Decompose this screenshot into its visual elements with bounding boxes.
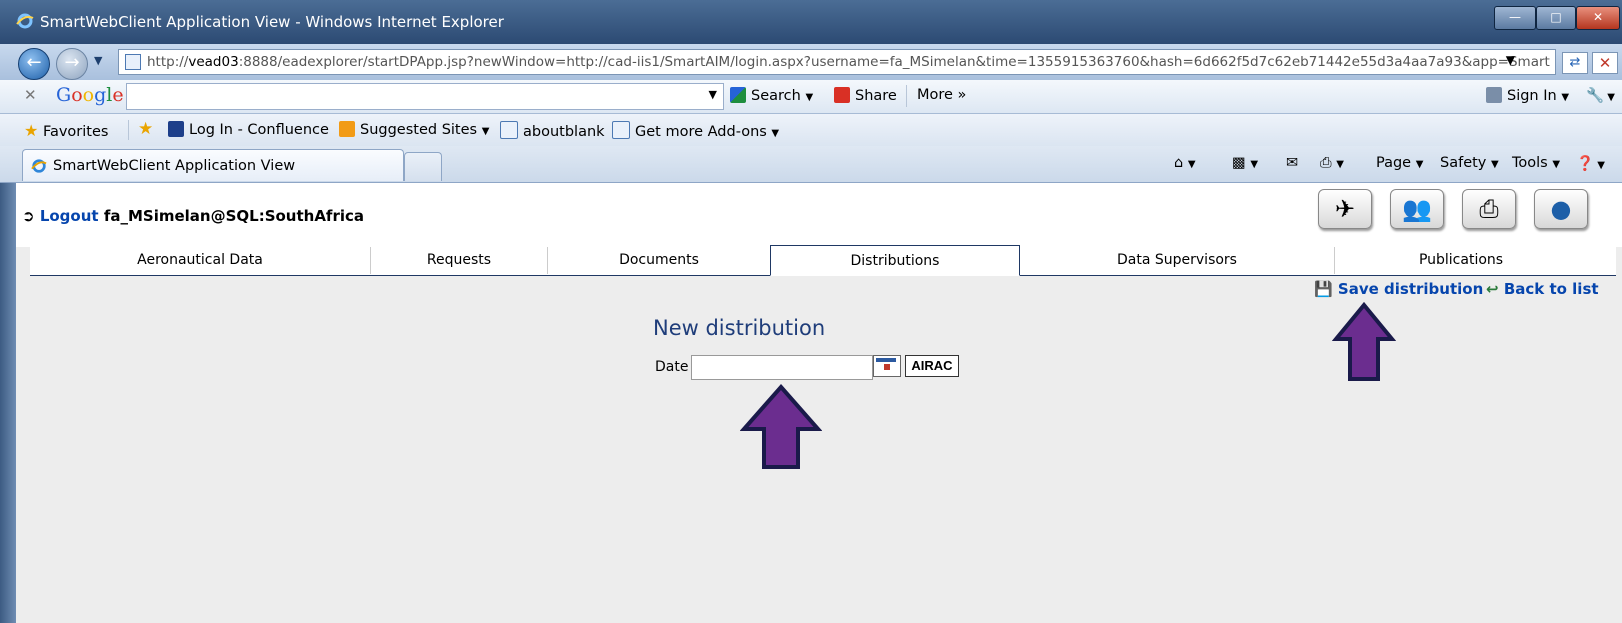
home-icon[interactable]: ⌂ ▼ bbox=[1174, 155, 1196, 171]
arrow-up-icon bbox=[1332, 301, 1396, 381]
calendar-icon[interactable] bbox=[873, 355, 901, 377]
printer-icon[interactable]: ⎙ bbox=[1462, 189, 1516, 229]
browser-tab-active[interactable]: SmartWebClient Application View bbox=[22, 149, 404, 181]
tab-aeronautical-data[interactable]: Aeronautical Data bbox=[30, 247, 371, 274]
airac-button[interactable]: AIRAC bbox=[905, 355, 959, 377]
history-dropdown-icon[interactable]: ▼ bbox=[94, 54, 102, 67]
print-icon[interactable]: ⎙ ▼ bbox=[1320, 155, 1344, 171]
stop-button[interactable]: ✕ bbox=[1592, 52, 1618, 74]
mail-icon[interactable]: ✉ bbox=[1286, 155, 1298, 171]
page-icon bbox=[500, 121, 518, 139]
divider bbox=[128, 120, 129, 140]
back-button[interactable]: ← bbox=[18, 48, 50, 80]
logout-icon[interactable]: ➲ bbox=[22, 207, 35, 225]
help-icon[interactable]: ❓ ▼ bbox=[1576, 155, 1605, 172]
date-label: Date bbox=[655, 359, 689, 375]
close-toolbar-icon[interactable]: ✕ bbox=[24, 86, 37, 104]
africa-map-icon[interactable]: ● bbox=[1534, 189, 1588, 229]
minimize-button[interactable]: — bbox=[1494, 6, 1536, 30]
tab-distributions[interactable]: Distributions bbox=[770, 245, 1020, 276]
users-icon[interactable]: 👥 bbox=[1390, 189, 1444, 229]
feeds-icon[interactable]: ▩ ▼ bbox=[1232, 155, 1258, 171]
tab-publications[interactable]: Publications bbox=[1335, 247, 1587, 274]
forward-button[interactable]: → bbox=[56, 48, 88, 80]
save-distribution-button[interactable]: 💾 Save distribution bbox=[1314, 280, 1483, 298]
floppy-icon: 💾 bbox=[1314, 280, 1333, 298]
tools-menu[interactable]: Tools ▼ bbox=[1512, 155, 1560, 171]
refresh-button[interactable]: ⇄ bbox=[1562, 52, 1588, 74]
browser-window: SmartWebClient Application View - Window… bbox=[0, 0, 1622, 623]
sign-in-button[interactable]: Sign In ▼ bbox=[1486, 87, 1569, 104]
favorite-item-confluence[interactable]: Log In - Confluence bbox=[168, 121, 329, 138]
new-tab-button[interactable] bbox=[404, 152, 442, 181]
wrench-icon[interactable]: 🔧 ▼ bbox=[1586, 87, 1615, 104]
favorite-item-aboutblank[interactable]: aboutblank bbox=[500, 121, 605, 140]
favorite-item-suggested-sites[interactable]: Suggested Sites ▼ bbox=[339, 121, 489, 138]
chevron-down-icon[interactable]: ▼ bbox=[709, 88, 717, 101]
logout-area: ➲ Logout fa_MSimelan@SQL:SouthAfrica bbox=[22, 207, 364, 225]
google-search-button[interactable]: Search ▼ bbox=[730, 87, 813, 104]
share-button[interactable]: Share bbox=[834, 87, 897, 104]
avatar-icon bbox=[1486, 87, 1502, 103]
favorites-bar: ★ Favorites ★ Log In - Confluence Sugges… bbox=[0, 114, 1622, 146]
tab-title: SmartWebClient Application View bbox=[53, 158, 296, 174]
window-frame-left bbox=[0, 183, 16, 623]
window-title: SmartWebClient Application View - Window… bbox=[40, 13, 504, 31]
divider bbox=[906, 85, 907, 107]
url-dropdown-icon[interactable]: ▼ bbox=[1506, 53, 1515, 67]
more-button[interactable]: More » bbox=[917, 87, 966, 103]
favorites-button[interactable]: ★ Favorites bbox=[24, 121, 108, 140]
user-label: fa_MSimelan@SQL:SouthAfrica bbox=[103, 207, 365, 225]
tab-requests[interactable]: Requests bbox=[371, 247, 548, 274]
google-search-input[interactable]: ▼ bbox=[126, 83, 724, 110]
date-input[interactable] bbox=[691, 355, 873, 380]
back-icon: ↩ bbox=[1486, 280, 1499, 298]
confluence-icon bbox=[168, 121, 184, 137]
ie-icon bbox=[16, 13, 34, 29]
google-logo: Google bbox=[56, 84, 124, 106]
form-title: New distribution bbox=[653, 316, 826, 340]
ie-icon bbox=[31, 159, 47, 173]
tab-data-supervisors[interactable]: Data Supervisors bbox=[1020, 247, 1335, 274]
page-menu[interactable]: Page ▼ bbox=[1376, 155, 1423, 171]
browser-tab-row: SmartWebClient Application View ⌂ ▼ ▩ ▼ … bbox=[0, 146, 1622, 183]
tab-documents[interactable]: Documents bbox=[548, 247, 771, 274]
airplane-icon[interactable]: ✈ bbox=[1318, 189, 1372, 229]
star-icon: ★ bbox=[24, 121, 39, 140]
page-icon bbox=[125, 54, 141, 70]
address-bar: ← → ▼ http://vead03:8888/eadexplorer/sta… bbox=[0, 44, 1622, 80]
favorite-item-add-ons[interactable]: Get more Add-ons ▼ bbox=[612, 121, 779, 140]
arrow-up-icon bbox=[740, 383, 822, 469]
close-button[interactable]: ✕ bbox=[1576, 6, 1620, 30]
safety-menu[interactable]: Safety ▼ bbox=[1440, 155, 1499, 171]
url-field[interactable]: http://vead03:8888/eadexplorer/startDPAp… bbox=[118, 49, 1556, 75]
app-content: ➲ Logout fa_MSimelan@SQL:SouthAfrica ✈ 👥… bbox=[16, 183, 1622, 623]
page-icon bbox=[612, 121, 630, 139]
app-header: ➲ Logout fa_MSimelan@SQL:SouthAfrica ✈ 👥… bbox=[16, 183, 1622, 247]
back-to-list-button[interactable]: ↩ Back to list bbox=[1486, 280, 1599, 298]
main-tabs: Aeronautical Data Requests Documents Dis… bbox=[30, 245, 1616, 276]
suggested-sites-icon bbox=[339, 121, 355, 137]
share-icon bbox=[834, 87, 850, 103]
maximize-button[interactable]: □ bbox=[1536, 6, 1576, 30]
add-favorite-icon[interactable]: ★ bbox=[138, 119, 153, 139]
url-text: http://vead03:8888/eadexplorer/startDPAp… bbox=[147, 54, 1550, 70]
google-search-icon bbox=[730, 87, 746, 103]
google-toolbar: ✕ Google ▼ Search ▼ Share More » Sign In… bbox=[0, 80, 1622, 114]
logout-link[interactable]: Logout bbox=[40, 207, 99, 225]
title-bar: SmartWebClient Application View - Window… bbox=[0, 0, 1622, 44]
